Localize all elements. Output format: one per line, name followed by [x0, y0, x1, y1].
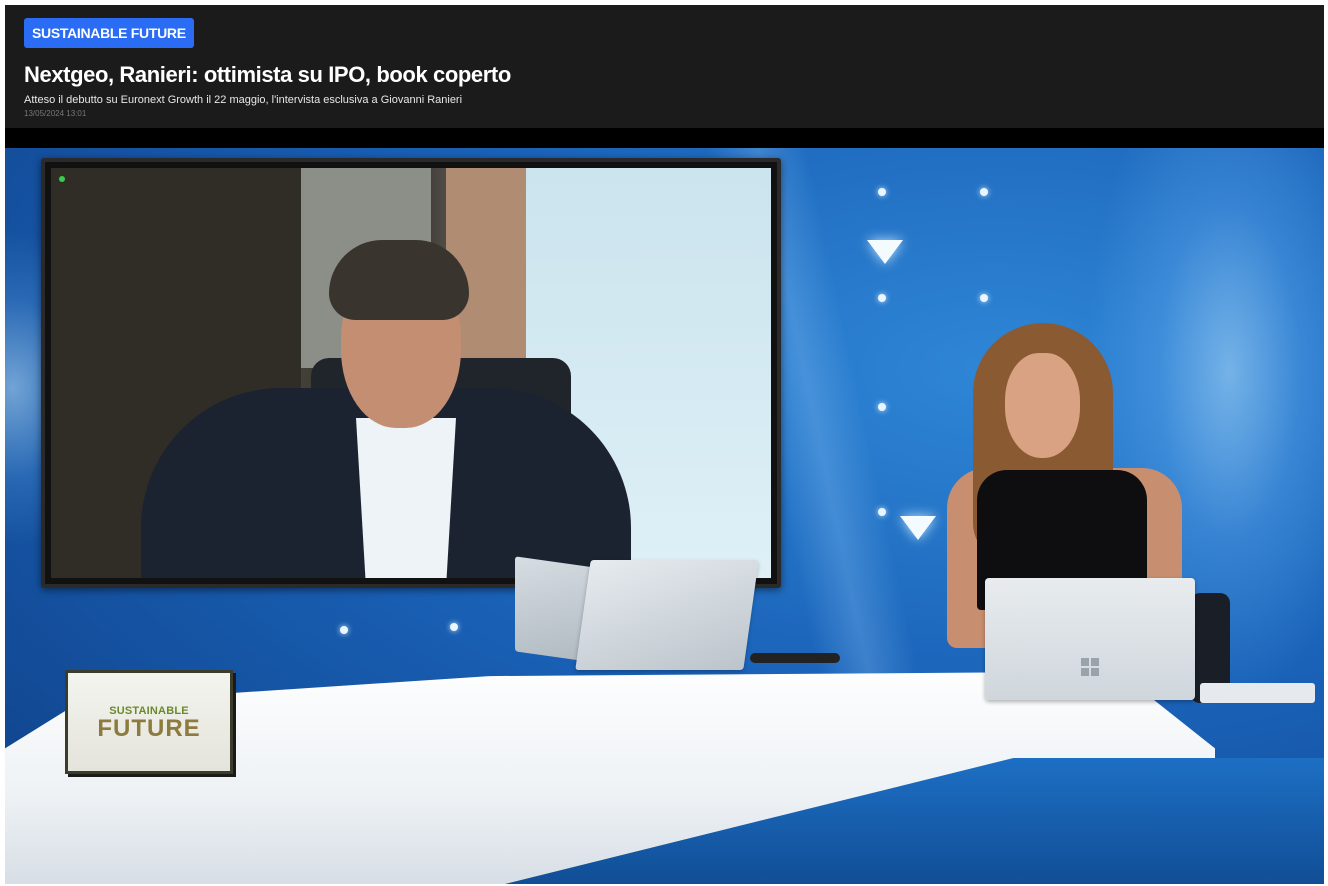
windows-logo-icon — [1081, 658, 1099, 676]
light-dot — [878, 188, 886, 196]
article-title: Nextgeo, Ranieri: ottimista su IPO, book… — [24, 62, 511, 87]
article-header: SUSTAINABLE FUTURE Nextgeo, Ranieri: ott… — [5, 5, 1324, 128]
light-dot — [980, 188, 988, 196]
guest-hair — [329, 240, 469, 320]
triangle-light — [900, 516, 936, 540]
light-dot — [980, 294, 988, 302]
logo-line2: FUTURE — [97, 715, 201, 742]
light-dot — [878, 508, 886, 516]
light-dot — [878, 294, 886, 302]
keyboard — [1200, 683, 1315, 703]
desk-cable — [750, 653, 840, 663]
presenter-face — [1005, 353, 1080, 458]
video-frame[interactable]: SUSTAINABLE FUTURE — [5, 148, 1324, 884]
article-date: 13/05/2024 13:01 — [24, 109, 87, 118]
article-subtitle: Atteso il debutto su Euronext Growth il … — [24, 94, 463, 106]
category-badge[interactable]: SUSTAINABLE FUTURE — [24, 18, 194, 48]
camera-led-icon — [59, 176, 65, 182]
light-dot — [340, 626, 348, 634]
guest-shirt — [356, 418, 456, 578]
light-dot — [450, 623, 458, 631]
studio-monitor — [41, 158, 781, 588]
remote-guest-feed — [51, 168, 771, 578]
program-logo: SUSTAINABLE FUTURE — [65, 670, 233, 774]
video-player[interactable]: SUSTAINABLE FUTURE — [5, 128, 1324, 884]
triangle-light — [867, 240, 903, 264]
presenter-laptop — [985, 578, 1195, 700]
tablet-device — [575, 560, 759, 670]
light-dot — [878, 403, 886, 411]
